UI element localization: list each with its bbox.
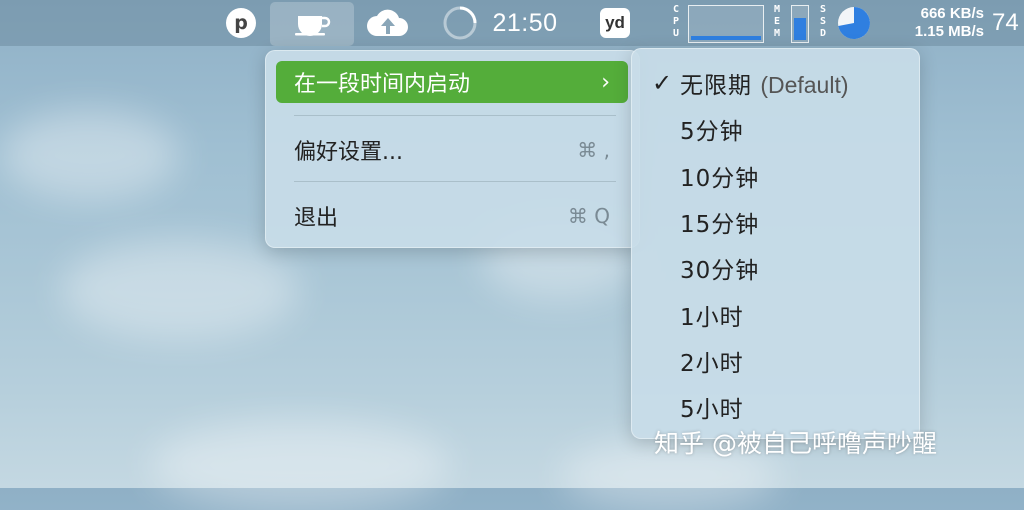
coffee-status-item[interactable] [270, 2, 354, 46]
menu-item-shortcut: ⌘ , [577, 138, 610, 162]
menu-bar: p 21:50 yd CPU MEM SSD 666 KB/s 1.15 MB/… [0, 0, 1024, 46]
cloud-decoration [60, 240, 300, 340]
mem-usage-fill [794, 17, 806, 40]
youdao-icon: yd [600, 8, 630, 38]
menu-item-preferences[interactable]: 偏好设置... ⌘ , [276, 129, 628, 171]
menu-separator [294, 115, 616, 116]
submenu-item-indefinitely[interactable]: ✓ 无限期 (Default) [642, 63, 908, 103]
clock-time[interactable]: 21:50 [486, 0, 564, 46]
submenu-item-label: 1小时 [680, 305, 744, 331]
ssd-pie[interactable] [836, 5, 872, 41]
submenu-item-30min[interactable]: 30分钟 [642, 248, 908, 288]
menu-item-shortcut: ⌘ Q [567, 204, 610, 228]
chevron-right-icon: › [601, 69, 610, 95]
submenu-item-2h[interactable]: 2小时 [642, 341, 908, 381]
submenu-item-1h[interactable]: 1小时 [642, 295, 908, 335]
submenu-item-label: 5分钟 [680, 119, 744, 145]
net-upload: 666 KB/s [920, 5, 984, 22]
cpu-graph[interactable] [688, 5, 764, 43]
submenu-item-label: 无限期 (Default) [680, 72, 849, 99]
menu-item-label: 偏好设置... [294, 140, 403, 165]
submenu-item-label: 2小时 [680, 351, 744, 377]
submenu-item-15min[interactable]: 15分钟 [642, 202, 908, 242]
menu-item-quit[interactable]: 退出 ⌘ Q [276, 195, 628, 237]
submenu-item-label: 10分钟 [680, 166, 760, 192]
mem-graph[interactable] [791, 5, 809, 43]
cpu-label: CPU [672, 4, 680, 39]
submenu-item-label: 30分钟 [680, 258, 760, 284]
submenu-item-5h[interactable]: 5小时 [642, 387, 908, 427]
submenu-item-5min[interactable]: 5分钟 [642, 109, 908, 149]
menu-item-label: 退出 [294, 206, 339, 231]
spinner-icon [443, 6, 477, 40]
submenu-item-label: 15分钟 [680, 212, 760, 238]
coffee-dropdown-menu: 在一段时间内启动 › 偏好设置... ⌘ , 退出 ⌘ Q [265, 50, 640, 248]
submenu-item-label: 5小时 [680, 397, 744, 423]
ssd-label: SSD [819, 4, 827, 39]
spinner-status-item[interactable] [440, 0, 480, 46]
p-status-item[interactable]: p [224, 0, 258, 46]
net-download: 1.15 MB/s [914, 23, 984, 40]
trailing-status-number[interactable]: 74 [992, 0, 1019, 46]
coffee-cup-icon [295, 16, 331, 36]
network-speed[interactable]: 666 KB/s 1.15 MB/s [880, 5, 984, 41]
menu-separator [294, 181, 616, 182]
cloud-decoration [0, 110, 180, 200]
duration-submenu: ✓ 无限期 (Default) 5分钟 10分钟 15分钟 30分钟 1小时 2… [631, 48, 920, 439]
menu-item-label: 在一段时间内启动 [294, 72, 471, 97]
cloud-decoration [150, 420, 450, 510]
cpu-usage-fill [691, 36, 761, 40]
submenu-item-10min[interactable]: 10分钟 [642, 156, 908, 196]
checkmark-icon: ✓ [652, 69, 673, 97]
menu-item-activate-for-duration[interactable]: 在一段时间内启动 › [276, 61, 628, 103]
default-suffix: (Default) [760, 72, 849, 98]
youdao-status-item[interactable]: yd [597, 0, 633, 46]
mem-label: MEM [773, 4, 781, 39]
p-icon: p [226, 8, 256, 38]
watermark-text: 知乎 @被自己呼噜声吵醒 [654, 429, 937, 458]
cloud-status-item[interactable] [362, 0, 414, 46]
cloud-upload-icon [367, 9, 408, 36]
